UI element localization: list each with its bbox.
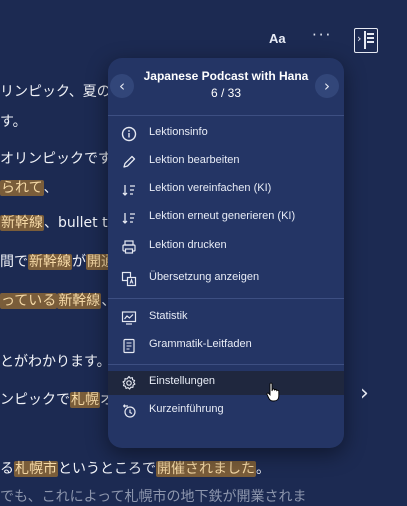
reader-text-segment: ンピックで xyxy=(0,392,70,408)
menu-item-label: Grammatik-Leitfaden xyxy=(149,338,252,350)
translate-icon xyxy=(121,271,137,287)
sort-ai-icon xyxy=(122,185,135,196)
highlighted-word[interactable]: 開催されました xyxy=(156,461,256,477)
reader-text-segment: とがわかります。 xyxy=(0,354,111,370)
menu-item-label: Lektion erneut generieren (KI) xyxy=(149,210,296,222)
highlighted-word[interactable]: 新幹線 xyxy=(28,254,72,270)
reader-line: 間で新幹線が開通 xyxy=(0,251,116,271)
menu-item-label: Lektion drucken xyxy=(149,239,227,251)
reader-text-segment: でも、これによって xyxy=(0,489,125,505)
reader-line: ンピックで札幌オ xyxy=(0,389,114,409)
menu-item-edit-lesson[interactable]: Lektion bearbeiten xyxy=(108,150,344,174)
more-options-button[interactable]: ··· xyxy=(312,26,332,44)
highlighted-word[interactable]: られて xyxy=(0,180,44,196)
menu-item-statistics[interactable]: Statistik xyxy=(108,306,344,330)
reader-text-segment: 。 xyxy=(256,461,270,477)
menu-item-label: Lektionsinfo xyxy=(149,126,208,138)
menu-item-regenerate-lesson[interactable]: Lektion erneut generieren (KI) xyxy=(108,206,344,230)
reader-text-segment: オリンピックです。 xyxy=(0,151,125,167)
side-panel-toggle-button[interactable]: › xyxy=(354,28,378,53)
lesson-title: Japanese Podcast with Hana xyxy=(143,69,309,83)
menu-item-label: Kurzeinführung xyxy=(149,403,224,415)
reader-line: っている新幹線、 xyxy=(0,290,115,310)
sort-ai-icon xyxy=(122,213,135,224)
hand-cursor-icon xyxy=(266,382,280,402)
reader-line: す。 xyxy=(0,111,27,131)
menu-item-lesson-info[interactable]: Lektionsinfo xyxy=(108,122,344,146)
next-lesson-button[interactable]: › xyxy=(315,74,339,98)
font-size-button[interactable]: Aa xyxy=(269,31,286,46)
lesson-counter: 6 / 33 xyxy=(210,86,242,100)
menu-item-simplify-lesson[interactable]: Lektion vereinfachen (KI) xyxy=(108,178,344,202)
menu-item-print-lesson[interactable]: Lektion drucken xyxy=(108,235,344,259)
tutorial-icon xyxy=(123,404,136,418)
stats-icon xyxy=(121,311,137,325)
menu-header: ‹ Japanese Podcast with Hana 6 / 33 › xyxy=(108,58,344,116)
grammar-book-icon xyxy=(123,338,135,354)
reader-line: でも、これによって札幌市の地下鉄が開業されま xyxy=(0,486,306,506)
reader-text-segment: リンピック、夏の xyxy=(0,84,111,100)
menu-item-label: Statistik xyxy=(149,310,188,322)
info-icon xyxy=(121,126,137,142)
menu-item-quick-intro[interactable]: Kurzeinführung xyxy=(108,399,344,423)
reader-line: リンピック、夏のオ xyxy=(0,81,125,101)
reader-line: られて、 xyxy=(0,177,58,197)
reader-text-segment: 札幌市の地下鉄が開業されま xyxy=(124,489,307,505)
highlighted-word[interactable]: 札幌市 xyxy=(14,461,58,477)
highlighted-word[interactable]: 札幌 xyxy=(70,392,100,408)
pencil-icon xyxy=(123,155,136,168)
next-page-chevron-icon[interactable]: › xyxy=(360,381,369,406)
printer-icon xyxy=(122,240,136,254)
highlighted-word[interactable]: っている xyxy=(0,293,58,309)
menu-divider xyxy=(108,298,344,299)
menu-item-settings[interactable]: Einstellungen xyxy=(108,371,344,395)
reader-line: とがわかります。 xyxy=(0,351,111,371)
gear-icon xyxy=(122,375,136,390)
menu-divider xyxy=(108,115,344,116)
lesson-menu: ‹ Japanese Podcast with Hana 6 / 33 › Le… xyxy=(108,58,344,448)
reader-text-segment: 、bullet t xyxy=(44,215,108,231)
reader-text-segment: というところで xyxy=(58,461,156,477)
menu-item-show-translation[interactable]: Übersetzung anzeigen xyxy=(108,267,344,291)
reader-line: 新幹線、bullet t xyxy=(0,212,108,232)
menu-item-label: Lektion vereinfachen (KI) xyxy=(149,182,272,194)
reader-line: る札幌市というところで開催されました。 xyxy=(0,458,270,478)
reader-text-segment: す。 xyxy=(0,114,27,130)
menu-item-label: Einstellungen xyxy=(149,375,216,387)
reader-text-segment: 間で xyxy=(0,254,28,270)
previous-lesson-button[interactable]: ‹ xyxy=(110,74,134,98)
menu-item-label: Lektion bearbeiten xyxy=(149,154,240,166)
menu-item-grammar-guide[interactable]: Grammatik-Leitfaden xyxy=(108,334,344,358)
reader-line: オリンピックです。 xyxy=(0,148,125,168)
menu-divider xyxy=(108,364,344,365)
highlighted-word[interactable]: 新幹線 xyxy=(0,215,44,231)
highlighted-word[interactable]: 新幹線 xyxy=(57,293,102,309)
reader-text-segment: る xyxy=(0,461,14,477)
reader-text-segment: が xyxy=(72,254,86,270)
menu-item-label: Übersetzung anzeigen xyxy=(149,271,260,283)
reader-text-segment: 、 xyxy=(43,180,58,196)
